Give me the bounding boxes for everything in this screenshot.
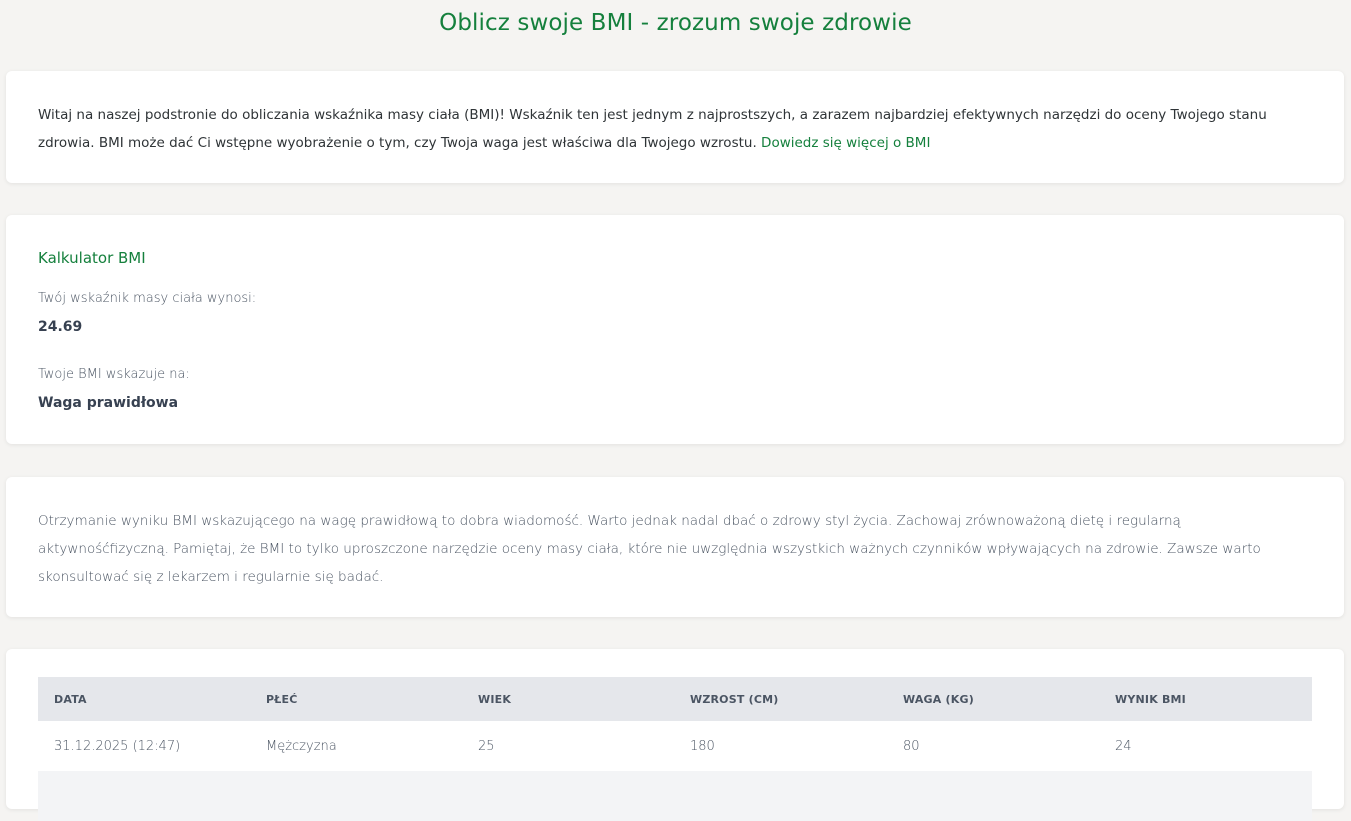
category-label: Twoje BMI wskazuje na: — [38, 367, 190, 382]
advice-card: Otrzymanie wyniku BMI wskazującego na wa… — [6, 477, 1344, 617]
column-header-bmi: WYNIK BMI — [1115, 692, 1186, 706]
column-header-age: WIEK — [478, 692, 512, 706]
cell-weight: 80 — [903, 738, 920, 754]
cell-age: 25 — [478, 738, 495, 754]
intro-paragraph: Witaj na naszej podstronie do obliczania… — [38, 107, 1267, 151]
history-card: DATA PŁEĆ WIEK WZROST (CM) WAGA (KG) WYN… — [6, 649, 1344, 821]
advice-text: Otrzymanie wyniku BMI wskazującego na wa… — [38, 513, 1261, 585]
column-header-height: WZROST (CM) — [690, 692, 779, 706]
cell-height: 180 — [690, 738, 715, 754]
cell-gender: Mężczyzna — [266, 738, 337, 754]
learn-more-link[interactable]: Dowiedz się więcej o BMI — [761, 135, 930, 151]
table-header-row: DATA PŁEĆ WIEK WZROST (CM) WAGA (KG) WYN… — [38, 677, 1312, 721]
cell-date: 31.12.2025 (12:47) — [54, 738, 181, 754]
category-value: Waga prawidłowa — [38, 395, 179, 411]
calculator-title: Kalkulator BMI — [38, 249, 146, 267]
column-header-gender: PŁEĆ — [266, 692, 298, 706]
bmi-calculator-card: Kalkulator BMI Twój wskaźnik masy ciała … — [6, 215, 1344, 444]
table-row: 31.12.2025 (12:47) Mężczyzna 25 180 80 2… — [38, 721, 1312, 771]
page-title: Oblicz swoje BMI - zrozum swoje zdrowie — [439, 10, 912, 36]
history-table: DATA PŁEĆ WIEK WZROST (CM) WAGA (KG) WYN… — [38, 677, 1312, 821]
bmi-label: Twój wskaźnik masy ciała wynosi: — [38, 291, 257, 306]
bmi-value: 24.69 — [38, 319, 83, 335]
table-row-partial — [38, 771, 1312, 821]
cell-bmi: 24 — [1115, 738, 1132, 754]
column-header-weight: WAGA (KG) — [903, 692, 974, 706]
intro-card: Witaj na naszej podstronie do obliczania… — [6, 71, 1344, 183]
column-header-date: DATA — [54, 692, 87, 706]
intro-text: Witaj na naszej podstronie do obliczania… — [38, 101, 1312, 157]
